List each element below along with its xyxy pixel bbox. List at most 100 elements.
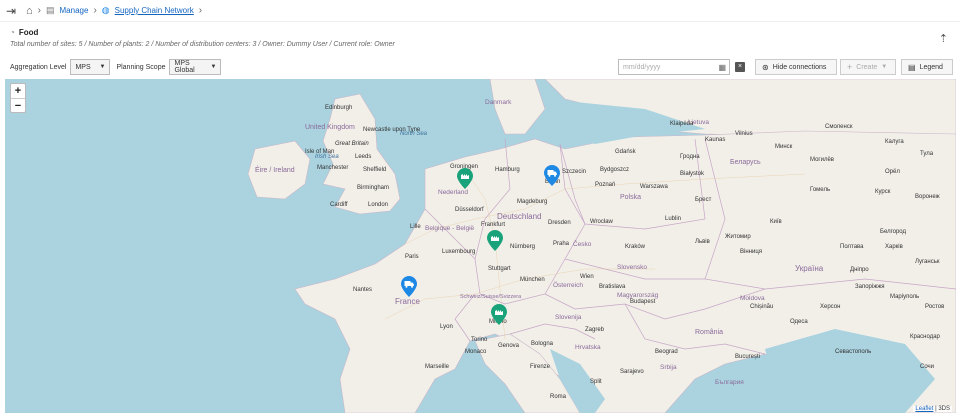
city-stuttgart: Stuttgart (488, 266, 511, 272)
page-title-text: Food (18, 28, 39, 37)
aggregation-level-select[interactable]: MPS ▼ (70, 59, 111, 75)
create-label: Create (856, 63, 878, 71)
plus-icon: + (847, 62, 853, 72)
planning-scope-select[interactable]: MPS Global ▼ (169, 59, 222, 75)
page-subtitle: Total number of sites: 5 / Number of pla… (10, 41, 395, 48)
map-attribution: Leaflet | 3DS (913, 406, 952, 412)
label-romania: România (695, 329, 724, 336)
city-bucuresti: București (735, 354, 761, 360)
city-wien: Wien (580, 274, 594, 280)
breadcrumb-bar: ⇥ ⌂ › ▤ Manage › ◍ Supply Chain Network … (0, 0, 960, 22)
legend-button[interactable]: ▤ Legend (901, 59, 953, 75)
calendar-icon[interactable]: ▦ (718, 63, 729, 72)
site-marker-distribution[interactable] (401, 276, 417, 297)
label-osterreich: Österreich (553, 282, 583, 289)
city-firenze: Firenze (530, 364, 551, 370)
breadcrumb: ⌂ › ▤ Manage › ◍ Supply Chain Network › (22, 5, 202, 17)
city-belgorod: Белгород (880, 229, 907, 235)
label-polska: Polska (620, 194, 642, 201)
city-chisinau: Chișinău (750, 304, 774, 310)
city-mariupol: Маріуполь (890, 294, 920, 300)
city-kaunas: Kaunas (705, 137, 726, 143)
home-icon[interactable]: ⌂ (26, 5, 33, 17)
city-vinnytsia: Вінниця (740, 249, 762, 255)
city-luxembourg: Luxembourg (442, 249, 476, 255)
map-canvas[interactable] (5, 79, 956, 413)
clear-date-icon[interactable]: × (735, 62, 745, 72)
city-split: Split (590, 379, 602, 385)
site-marker-plant[interactable] (487, 230, 503, 251)
city-odesa: Одеса (790, 319, 808, 325)
collapse-header-icon[interactable]: ⇡ (939, 32, 948, 45)
site-marker-plant[interactable] (491, 304, 507, 325)
city-warszawa: Warszawa (640, 184, 668, 190)
page-title: ◔ Food (10, 28, 950, 37)
city-beograd: Beograd (655, 349, 678, 355)
hide-connections-button[interactable]: ⊛ Hide connections (755, 59, 837, 75)
label-magyarorszag: Magyarország (617, 292, 659, 299)
city-szczecin: Szczecin (562, 169, 587, 175)
site-marker-plant[interactable] (457, 168, 473, 189)
city-rostov: Ростов (925, 304, 945, 310)
label-bulgaria: България (715, 379, 744, 386)
city-cardiff: Cardiff (330, 202, 348, 208)
label-ukraine: Україна (795, 264, 824, 273)
zoom-in-button[interactable]: + (11, 84, 25, 98)
city-kharkiv: Харків (885, 244, 903, 250)
leaflet-link[interactable]: Leaflet (915, 406, 933, 412)
city-lyon: Lyon (440, 324, 453, 330)
caret-down-icon: ▼ (210, 64, 217, 70)
planning-scope-value: MPS Global (174, 60, 195, 74)
label-srbija: Srbija (660, 364, 677, 371)
chevron-right-icon: › (37, 5, 41, 16)
date-input[interactable]: mm/dd/yyyy ▦ (618, 59, 730, 75)
chevron-right-icon[interactable]: › (199, 5, 202, 16)
label-nederland: Nederland (438, 189, 468, 196)
site-icon: ◔ (10, 28, 15, 37)
site-marker-distribution[interactable] (544, 165, 560, 186)
legend-label: Legend (919, 63, 943, 71)
breadcrumb-supply-chain-network[interactable]: Supply Chain Network (115, 6, 194, 15)
city-marseille: Marseille (425, 364, 450, 370)
create-button[interactable]: + Create ▼ (840, 59, 896, 75)
city-praha: Praha (553, 241, 570, 247)
label-deutschland: Deutschland (497, 212, 542, 221)
label-slovenija: Slovenija (555, 314, 582, 321)
city-brest: Брест (695, 197, 712, 203)
zoom-out-button[interactable]: − (11, 98, 25, 112)
city-voronezh: Воронеж (915, 194, 940, 200)
date-placeholder: mm/dd/yyyy (623, 63, 661, 71)
land-scandinavia (485, 79, 956, 140)
caret-down-icon: ▼ (99, 64, 106, 70)
city-sarajevo: Sarajevo (620, 369, 644, 375)
attribution-source: 3DS (938, 406, 950, 412)
city-vilnius: Vilnius (735, 131, 753, 137)
city-london: London (368, 202, 389, 208)
map-view[interactable]: Danmark Nederland Deutschland Belgique -… (5, 79, 956, 413)
chevron-right-icon: › (93, 5, 97, 16)
city-bologna: Bologna (531, 341, 554, 347)
city-hamburg: Hamburg (495, 167, 520, 173)
label-cesko: Česko (573, 241, 592, 248)
city-bialystok: Białystok (680, 171, 705, 177)
connections-icon: ⊛ (762, 62, 769, 72)
city-great-britain: Great Britain (335, 141, 369, 147)
legend-icon: ▤ (908, 62, 916, 72)
menu-toggle-icon[interactable]: ⇥ (0, 0, 22, 22)
city-smolensk: Смоленск (825, 124, 853, 130)
city-grodna: Гродна (680, 154, 700, 160)
city-kyiv: Київ (770, 219, 782, 225)
city-torino: Torino (471, 337, 488, 343)
city-paris: Paris (405, 254, 419, 260)
city-frankfurt: Frankfurt (481, 222, 506, 228)
city-roma: Roma (550, 394, 567, 400)
city-krasnodar: Краснодар (910, 334, 940, 340)
city-minsk: Минск (775, 144, 793, 150)
city-genova: Genova (498, 343, 520, 349)
breadcrumb-manage[interactable]: Manage (60, 6, 89, 15)
city-leeds: Leeds (355, 154, 372, 160)
manage-icon: ▤ (46, 5, 55, 15)
zoom-control: + − (10, 83, 26, 113)
city-budapest: Budapest (630, 299, 656, 305)
city-dusseldorf: Düsseldorf (455, 207, 484, 213)
